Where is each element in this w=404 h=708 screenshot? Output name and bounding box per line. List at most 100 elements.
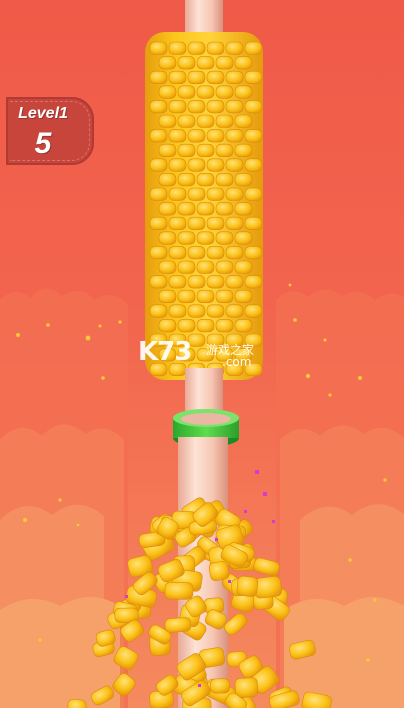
corn-kernel — [177, 173, 196, 187]
corn-kernel — [234, 173, 253, 187]
corn-kernel — [187, 100, 206, 114]
corn-kernel — [225, 70, 244, 84]
loose-kernel — [164, 617, 192, 633]
corn-kernel — [196, 319, 215, 333]
corn-kernel — [234, 319, 253, 333]
corn-kernel — [225, 216, 244, 230]
corn-kernel — [158, 260, 177, 274]
corn-kernel — [158, 56, 177, 70]
corn-cob — [145, 32, 263, 380]
corn-kernel — [206, 187, 225, 201]
corn-kernel — [206, 216, 225, 230]
corn-kernel — [244, 275, 263, 289]
corn-kernel — [225, 158, 244, 172]
corn-kernel — [168, 70, 187, 84]
loose-kernel — [236, 575, 259, 597]
corn-kernel — [206, 41, 225, 55]
corn-kernel — [196, 85, 215, 99]
corn-kernel — [225, 246, 244, 260]
corn-kernel — [234, 56, 253, 70]
corn-kernel — [149, 158, 168, 172]
loose-kernel — [208, 560, 230, 582]
corn-kernel — [196, 143, 215, 157]
corn-kernel — [158, 173, 177, 187]
corn-kernel — [225, 41, 244, 55]
corn-kernel — [244, 70, 263, 84]
corn-kernel — [168, 158, 187, 172]
loose-kernel — [164, 582, 194, 600]
corn-kernel — [196, 173, 215, 187]
corn-kernel — [158, 202, 177, 216]
corn-kernel — [196, 56, 215, 70]
corn-kernel — [196, 202, 215, 216]
corn-kernel — [149, 70, 168, 84]
corn-kernel — [149, 246, 168, 260]
corn-kernel — [215, 114, 234, 128]
corn-kernel — [177, 260, 196, 274]
corn-kernel — [215, 56, 234, 70]
corn-kernel — [206, 246, 225, 260]
corn-kernel — [187, 158, 206, 172]
corn-kernel — [177, 202, 196, 216]
level-number: 5 — [34, 127, 52, 160]
corn-kernel — [168, 304, 187, 318]
corn-kernel — [177, 231, 196, 245]
corn-kernel — [177, 114, 196, 128]
level-title: Level1 — [18, 105, 68, 122]
corn-kernel — [234, 85, 253, 99]
corn-kernel — [225, 100, 244, 114]
corn-kernel — [158, 85, 177, 99]
corn-kernel — [187, 41, 206, 55]
corn-kernel — [187, 129, 206, 143]
corn-kernel — [187, 304, 206, 318]
corn-kernel — [177, 143, 196, 157]
corn-kernel — [149, 187, 168, 201]
corn-kernel — [187, 70, 206, 84]
corn-kernel — [158, 231, 177, 245]
corn-kernel — [244, 216, 263, 230]
corn-kernel — [215, 319, 234, 333]
corn-kernel — [244, 187, 263, 201]
corn-kernel — [168, 246, 187, 260]
corn-kernel — [215, 143, 234, 157]
corn-kernel — [234, 289, 253, 304]
level-badge: Level1 5 — [6, 97, 94, 165]
corn-kernel — [149, 129, 168, 143]
corn-kernel — [168, 100, 187, 114]
corn-kernel — [158, 289, 177, 304]
corn-kernel — [215, 202, 234, 216]
corn-kernel — [215, 260, 234, 274]
corn-kernel — [187, 246, 206, 260]
corn-kernel — [168, 216, 187, 230]
corn-kernel — [244, 41, 263, 55]
corn-kernel — [168, 187, 187, 201]
corn-kernel — [177, 289, 196, 304]
corn-kernel — [158, 114, 177, 128]
corn-kernel — [206, 100, 225, 114]
corn-kernel — [168, 41, 187, 55]
corn-kernel — [225, 187, 244, 201]
corn-kernel — [244, 129, 263, 143]
loose-kernel — [234, 677, 259, 698]
corn-kernel — [206, 158, 225, 172]
corn-kernel — [196, 114, 215, 128]
corn-kernel — [187, 275, 206, 289]
corn-kernel — [234, 231, 253, 245]
corn-kernel — [177, 85, 196, 99]
corn-kernel — [244, 100, 263, 114]
watermark-logo: K73 游戏之家 .com — [138, 337, 268, 369]
corn-kernel — [196, 260, 215, 274]
corn-kernel — [149, 41, 168, 55]
corn-kernel — [177, 56, 196, 70]
corn-kernel — [206, 129, 225, 143]
corn-kernel — [215, 173, 234, 187]
corn-kernel — [206, 275, 225, 289]
corn-kernel — [215, 289, 234, 304]
corn-kernel — [158, 143, 177, 157]
corn-kernel — [225, 275, 244, 289]
corn-kernel — [168, 129, 187, 143]
corn-kernel — [244, 158, 263, 172]
corn-kernel — [168, 275, 187, 289]
loose-kernel — [210, 678, 230, 694]
corn-kernel — [215, 231, 234, 245]
